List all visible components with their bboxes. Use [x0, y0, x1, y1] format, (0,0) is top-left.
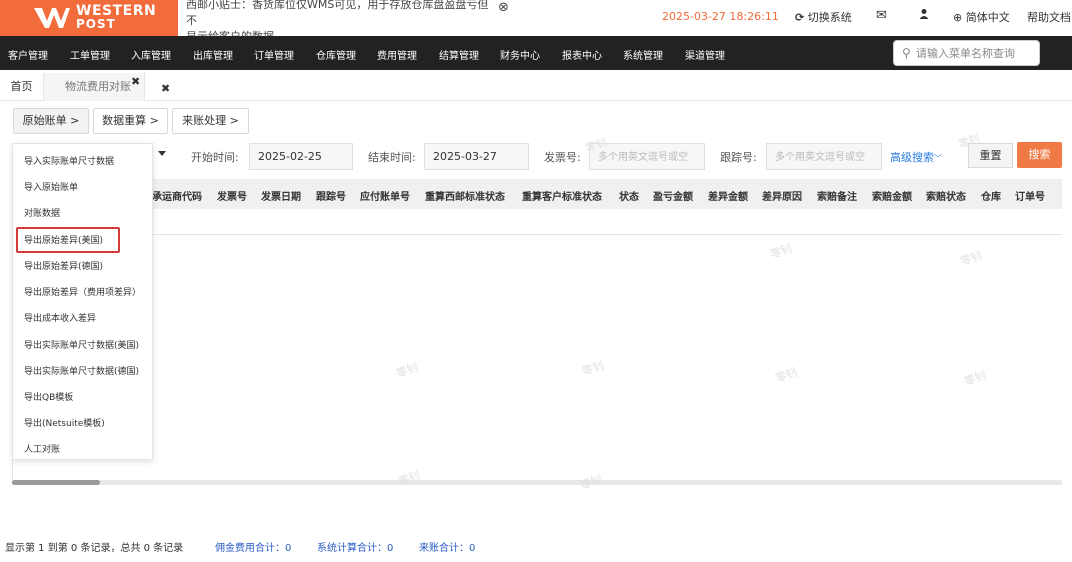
switch-system-button[interactable]: ⟳ 切换系统: [795, 9, 852, 25]
end-time-label: 结束时间:: [368, 151, 416, 164]
menu-manual-reconcile[interactable]: 人工对账: [24, 442, 60, 455]
horizontal-scrollbar[interactable]: [12, 480, 1062, 485]
nav-item-reports[interactable]: 报表中心: [562, 47, 602, 62]
col-recalc-customer-status[interactable]: 重算客户标准状态: [522, 188, 602, 203]
close-all-tabs-icon[interactable]: ✖: [161, 82, 170, 95]
menu-export-raw-diff-fee[interactable]: 导出原始差异（费用项差异）: [24, 285, 141, 298]
nav-item-system[interactable]: 系统管理: [623, 47, 663, 62]
incoming-total: 来账合计：0: [419, 543, 476, 554]
language-selector[interactable]: ⊕ 简体中文: [953, 9, 1010, 25]
menu-import-raw-bill[interactable]: 导入原始账单: [24, 180, 78, 193]
col-claim-amount[interactable]: 索赔金额: [872, 188, 912, 203]
refresh-icon: ⟳: [795, 11, 805, 24]
nav-item-outbound[interactable]: 出库管理: [193, 47, 233, 62]
chevron-down-icon[interactable]: [158, 151, 166, 156]
col-warehouse[interactable]: 仓库: [981, 188, 1001, 203]
nav-item-customer[interactable]: 客户管理: [8, 47, 48, 62]
advanced-search-toggle[interactable]: 高级搜索﹀: [890, 149, 942, 165]
nav-item-orders[interactable]: 订单管理: [254, 47, 294, 62]
menu-export-netsuite-template[interactable]: 导出(Netsuite模板): [24, 416, 105, 429]
scrollbar-thumb[interactable]: [12, 480, 100, 485]
tab-label: 物流费用对账: [65, 80, 131, 93]
tab-logistics-reconciliation[interactable]: 物流费用对账: [44, 73, 145, 101]
menu-search-input[interactable]: [916, 45, 1034, 61]
subtab-incoming-process[interactable]: 来账处理 >: [172, 108, 249, 134]
globe-icon: ⊕: [953, 11, 963, 24]
menu-reconcile-data[interactable]: 对账数据: [24, 206, 60, 219]
col-profit-loss[interactable]: 盈亏金额: [653, 188, 693, 203]
col-invoice-date[interactable]: 发票日期: [261, 188, 301, 203]
close-notice-icon[interactable]: ⊗: [498, 0, 509, 15]
menu-export-qb-template[interactable]: 导出QB模板: [24, 390, 73, 403]
tab-home[interactable]: 首页: [0, 73, 44, 101]
nav-item-finance[interactable]: 财务中心: [500, 47, 540, 62]
current-datetime: 2025-03-27 18:26:11: [662, 10, 779, 23]
menu-search-box: ⚲: [893, 40, 1040, 66]
brand-name-line2: POST: [76, 17, 116, 31]
close-tab-icon[interactable]: ✖: [131, 75, 140, 88]
subtab-data-recalc[interactable]: 数据重算 >: [93, 108, 168, 134]
menu-export-actual-size-de[interactable]: 导出实际账单尺寸数据(德国): [24, 364, 139, 377]
table-body: [12, 234, 1062, 486]
user-icon[interactable]: [918, 8, 930, 23]
invoice-label: 发票号:: [544, 151, 581, 164]
search-icon: ⚲: [902, 46, 911, 60]
col-recalc-xy-status[interactable]: 重算西邮标准状态: [425, 188, 505, 203]
col-claim-status[interactable]: 索赔状态: [926, 188, 966, 203]
page-tabs: 首页 物流费用对账 ✖ ✖: [0, 73, 1072, 101]
col-invoice-no[interactable]: 发票号: [217, 188, 247, 203]
system-calc-total: 系统计算合计：0: [317, 543, 394, 554]
col-diff-amount[interactable]: 差异金额: [708, 188, 748, 203]
menu-export-raw-diff-us[interactable]: 导出原始差异(美国): [24, 233, 103, 246]
tip-line-1: 西邮小贴士：香货库位仅WMS可见，用于存放仓库盘盈盘亏但不: [186, 0, 489, 27]
col-status[interactable]: 状态: [619, 188, 639, 203]
nav-item-inbound[interactable]: 入库管理: [131, 47, 171, 62]
pagination-info: 显示第 1 到第 0 条记录，总共 0 条记录: [5, 543, 184, 554]
tracking-input[interactable]: [766, 143, 882, 170]
chevron-down-icon: ﹀: [934, 154, 942, 163]
raw-bill-dropdown-menu: 导入实际账单尺寸数据 导入原始账单 对账数据 导出原始差异(美国) 导出原始差异…: [12, 143, 153, 460]
logo-w-icon: [34, 8, 70, 28]
nav-item-channels[interactable]: 渠道管理: [685, 47, 725, 62]
table-header: 承运商代码 发票号 发票日期 跟踪号 应付账单号 重算西邮标准状态 重算客户标准…: [12, 179, 1062, 209]
advanced-search-label: 高级搜索: [890, 151, 934, 164]
brand-logo[interactable]: WESTERN POST: [0, 0, 178, 36]
tracking-label: 跟踪号:: [720, 151, 757, 164]
menu-export-cost-income-diff[interactable]: 导出成本收入差异: [24, 311, 96, 324]
col-carrier-code[interactable]: 承运商代码: [152, 188, 202, 203]
menu-export-raw-diff-de[interactable]: 导出原始差异(德国): [24, 259, 103, 272]
col-order-no[interactable]: 订单号: [1015, 188, 1045, 203]
col-tracking-no[interactable]: 跟踪号: [316, 188, 346, 203]
mail-icon[interactable]: ✉: [876, 8, 887, 23]
menu-export-actual-size-us[interactable]: 导出实际账单尺寸数据(美国): [24, 338, 139, 351]
switch-system-label: 切换系统: [807, 11, 852, 24]
end-time-input[interactable]: [424, 143, 529, 170]
start-time-label: 开始时间:: [191, 151, 239, 164]
nav-item-warehouse[interactable]: 仓库管理: [316, 47, 356, 62]
nav-item-workorder[interactable]: 工单管理: [70, 47, 110, 62]
nav-item-settlement[interactable]: 结算管理: [439, 47, 479, 62]
menu-import-actual-size[interactable]: 导入实际账单尺寸数据: [24, 154, 114, 167]
help-docs-link[interactable]: 帮助文档: [1027, 9, 1071, 25]
col-claim-note[interactable]: 索赔备注: [817, 188, 857, 203]
subtab-raw-bill[interactable]: 原始账单 >: [13, 108, 89, 134]
col-payable-no[interactable]: 应付账单号: [360, 188, 410, 203]
nav-item-fees[interactable]: 费用管理: [377, 47, 417, 62]
top-header: WESTERN POST 西邮小贴士：香货库位仅WMS可见，用于存放仓库盘盈盘亏…: [0, 0, 1072, 43]
search-button[interactable]: 搜索: [1017, 142, 1062, 168]
language-label: 简体中文: [965, 11, 1010, 24]
col-diff-reason[interactable]: 差异原因: [762, 188, 802, 203]
start-time-input[interactable]: [249, 143, 353, 170]
commission-total: 佣金费用合计：0: [215, 543, 292, 554]
